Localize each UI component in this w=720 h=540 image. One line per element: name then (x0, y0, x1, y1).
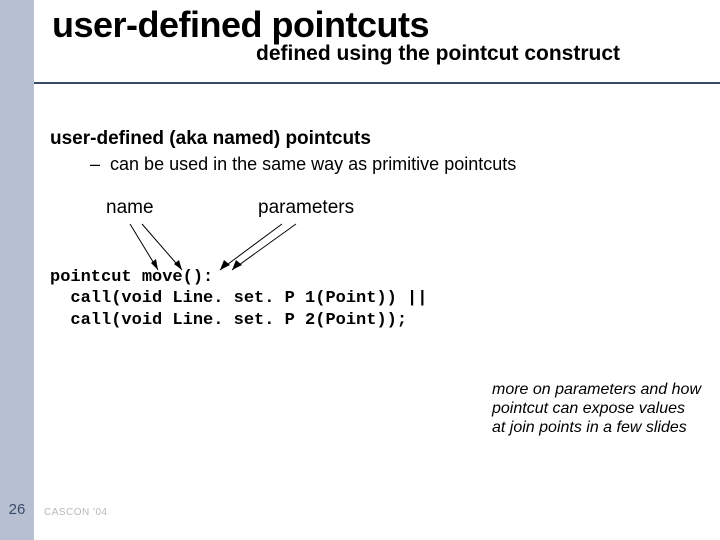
label-name: name (106, 197, 154, 219)
label-parameters: parameters (258, 197, 354, 219)
code-line-1: pointcut move(): (50, 268, 213, 287)
bullet-item: – can be used in the same way as primiti… (90, 154, 700, 175)
annotation-labels: name parameters (50, 197, 700, 227)
left-sidebar (0, 0, 34, 540)
header: user-defined pointcuts defined using the… (0, 0, 720, 66)
code-block: pointcut move(): call(void Line. set. P … (50, 267, 700, 331)
slide-body: user-defined (aka named) pointcuts – can… (50, 128, 700, 331)
title-underline (34, 82, 720, 84)
bullet-text: can be used in the same way as primitive… (110, 154, 516, 174)
code-line-2: call(void Line. set. P 1(Point)) || (50, 289, 427, 308)
footer-credit: CASCON '04 (44, 507, 108, 518)
code-line-3: call(void Line. set. P 2(Point)); (50, 311, 407, 330)
page-number: 26 (4, 501, 30, 518)
bullet-dash: – (90, 154, 100, 174)
section-heading: user-defined (aka named) pointcuts (50, 128, 700, 150)
slide-subtitle: defined using the pointcut construct (256, 42, 720, 66)
slide-title: user-defined pointcuts (52, 4, 720, 46)
side-note: more on parameters and how pointcut can … (492, 380, 702, 438)
